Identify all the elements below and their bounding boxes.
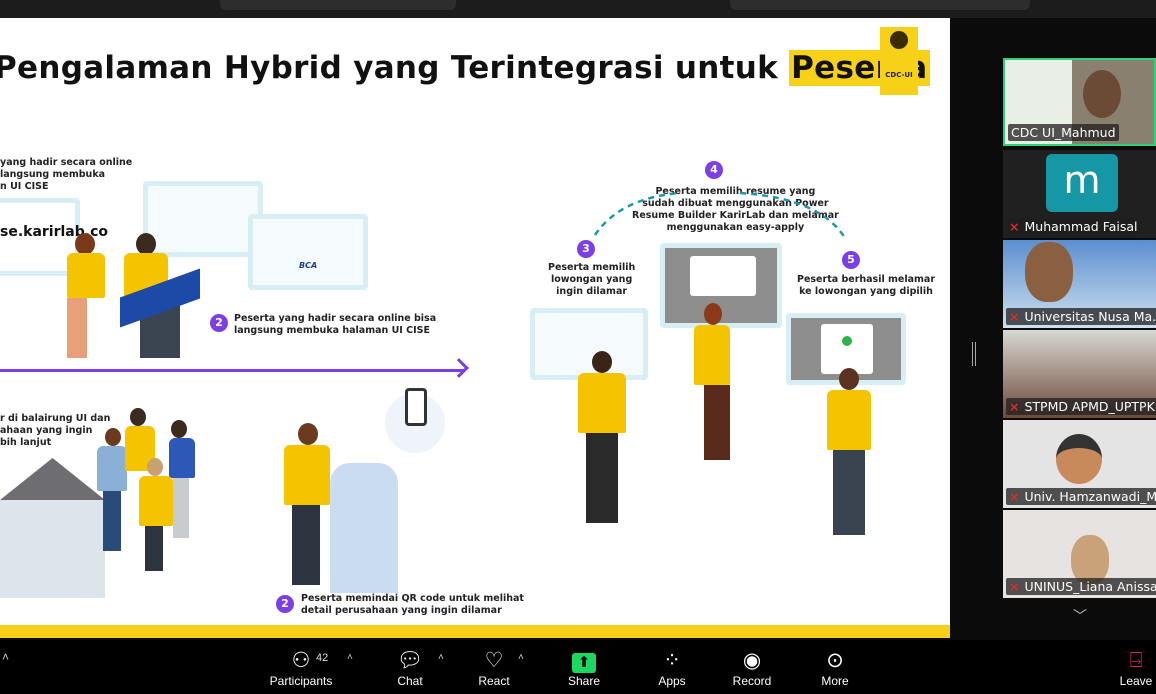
step2-offline-caption: Peserta memindai QR code untuk melihat d… — [301, 593, 524, 616]
bca-logo: BCA — [299, 261, 318, 270]
success-modal — [821, 324, 873, 374]
participants-count: 42 — [316, 652, 329, 664]
share-button[interactable]: ⬆ Share — [564, 648, 604, 688]
video-tile[interactable]: ⨯ Universitas Nusa Ma... — [1003, 240, 1156, 328]
arrow-head-icon — [449, 358, 469, 378]
participants-label: Participants — [269, 674, 333, 688]
mic-muted-icon: ⨯ — [1009, 579, 1020, 594]
step-number: 5 — [842, 251, 860, 269]
participants-button[interactable]: ⚇ 42 Participants — [266, 648, 336, 688]
react-label: React — [478, 674, 510, 688]
record-button[interactable]: ◉ Record — [730, 648, 774, 688]
react-caret-icon[interactable]: ˄ — [518, 652, 524, 663]
scroll-down-chevron-icon[interactable]: ﹀ — [1073, 606, 1087, 626]
mic-muted-icon: ⨯ — [1009, 489, 1020, 504]
apps-button[interactable]: ⁘ Apps — [652, 648, 692, 688]
chat-icon: 💬︎ — [396, 649, 424, 672]
leave-door-icon: ⍈ — [1129, 649, 1143, 672]
view-controls[interactable] — [220, 0, 456, 10]
share-arrow-icon: ⬆ — [572, 653, 596, 673]
slide-footer-bar — [0, 625, 950, 638]
panel-resize-handle[interactable] — [972, 342, 976, 366]
chat-button[interactable]: 💬︎ Chat — [390, 648, 430, 688]
video-tile[interactable]: CDC UI_Mahmud — [1003, 58, 1156, 146]
record-icon: ◉ — [742, 649, 762, 672]
video-tile[interactable]: m ⨯ Muhammad Faisal — [1003, 150, 1156, 238]
participants-caret-icon[interactable]: ˄ — [347, 652, 353, 663]
participant-video — [1025, 242, 1073, 302]
shared-slide: Pengalaman Hybrid yang Terintegrasi untu… — [0, 18, 950, 638]
memoji-avatar — [1056, 434, 1102, 484]
online-caption: yang hadir secara online langsung membuk… — [0, 157, 133, 192]
participant-name: Univ. Hamzanwadi_M... — [1024, 489, 1156, 504]
timeline-arrow — [0, 369, 465, 372]
mic-muted-icon: ⨯ — [1009, 309, 1020, 324]
resume-modal — [690, 256, 756, 296]
check-icon — [842, 336, 852, 346]
video-tile[interactable]: ⨯ UNINUS_Liana Anissa — [1003, 510, 1156, 598]
apps-label: Apps — [658, 674, 686, 688]
participant-name-label: ⨯ Muhammad Faisal — [1006, 218, 1141, 235]
arrow-3-to-4 — [593, 191, 681, 236]
audio-options-caret-icon[interactable]: ˄ — [2, 650, 9, 664]
participant-name-label: ⨯ UNINUS_Liana Anissa — [1006, 578, 1156, 595]
mic-muted-icon: ⨯ — [1009, 219, 1020, 234]
participant-video — [1083, 70, 1121, 118]
cdc-ui-logo: CDC-UI — [880, 27, 918, 95]
avatar: m — [1046, 154, 1118, 212]
step5-caption: Peserta berhasil melamar ke lowongan yan… — [797, 274, 936, 297]
share-status-bar — [730, 0, 1030, 10]
kiosk-illustration — [330, 463, 398, 593]
step-number: 2 — [210, 314, 228, 332]
building-illustration — [0, 458, 105, 598]
video-tile[interactable]: ⨯ Univ. Hamzanwadi_M... — [1003, 420, 1156, 508]
mic-muted-icon: ⨯ — [1009, 399, 1020, 414]
record-label: Record — [732, 674, 772, 688]
participant-name-label: ⨯ STPMD APMD_UPTPKP — [1006, 398, 1156, 415]
chat-label: Chat — [397, 674, 423, 688]
video-tile[interactable]: ⨯ STPMD APMD_UPTPKP — [1003, 330, 1156, 418]
more-icon: ⊙ — [826, 649, 844, 672]
vacancy-screen — [530, 308, 648, 380]
company-list-screen: BCA — [248, 214, 368, 290]
react-button[interactable]: ♡ React — [474, 648, 514, 688]
participant-name: Universitas Nusa Ma... — [1024, 309, 1156, 324]
heart-icon: ♡ — [484, 649, 504, 672]
meeting-toolbar: ˄ ⚇ 42 Participants ˄ 💬︎ Chat ˄ ♡ React … — [0, 640, 1156, 694]
chat-caret-icon[interactable]: ˄ — [438, 652, 444, 663]
participant-name-label: ⨯ Univ. Hamzanwadi_M... — [1006, 488, 1156, 505]
more-label: More — [821, 674, 849, 688]
apps-icon: ⁘ — [663, 649, 681, 672]
ui-seal-icon — [890, 31, 908, 49]
arrow-4-to-5 — [739, 191, 847, 239]
logo-text: CDC-UI — [885, 71, 913, 79]
step2-online-caption: Peserta yang hadir secara online bisa la… — [234, 313, 437, 336]
title-text: Pengalaman Hybrid yang Terintegrasi untu… — [0, 50, 790, 86]
participant-name-label: ⨯ Universitas Nusa Ma... — [1006, 308, 1156, 325]
share-label: Share — [567, 674, 601, 688]
leave-button[interactable]: ⍈ Leave — [1118, 648, 1154, 688]
top-bar — [0, 0, 1156, 18]
leave-label: Leave — [1119, 674, 1153, 688]
slide-title: Pengalaman Hybrid yang Terintegrasi untu… — [0, 50, 930, 86]
job-list-screen — [143, 181, 263, 257]
step3-caption: Peserta memilih lowongan yang ingin dila… — [548, 262, 636, 297]
step-number: 2 — [276, 595, 294, 613]
participant-name: UNINUS_Liana Anissa — [1024, 579, 1156, 594]
participant-name: CDC UI_Mahmud — [1008, 124, 1119, 141]
offline-caption: r di balairung UI dan ahaan yang ingin b… — [0, 413, 111, 448]
participant-name: STPMD APMD_UPTPKP — [1024, 399, 1156, 414]
more-button[interactable]: ⊙ More — [815, 648, 855, 688]
participant-name: Muhammad Faisal — [1024, 219, 1138, 234]
phone-illustration — [405, 388, 427, 426]
dashed-arrows — [593, 191, 847, 239]
